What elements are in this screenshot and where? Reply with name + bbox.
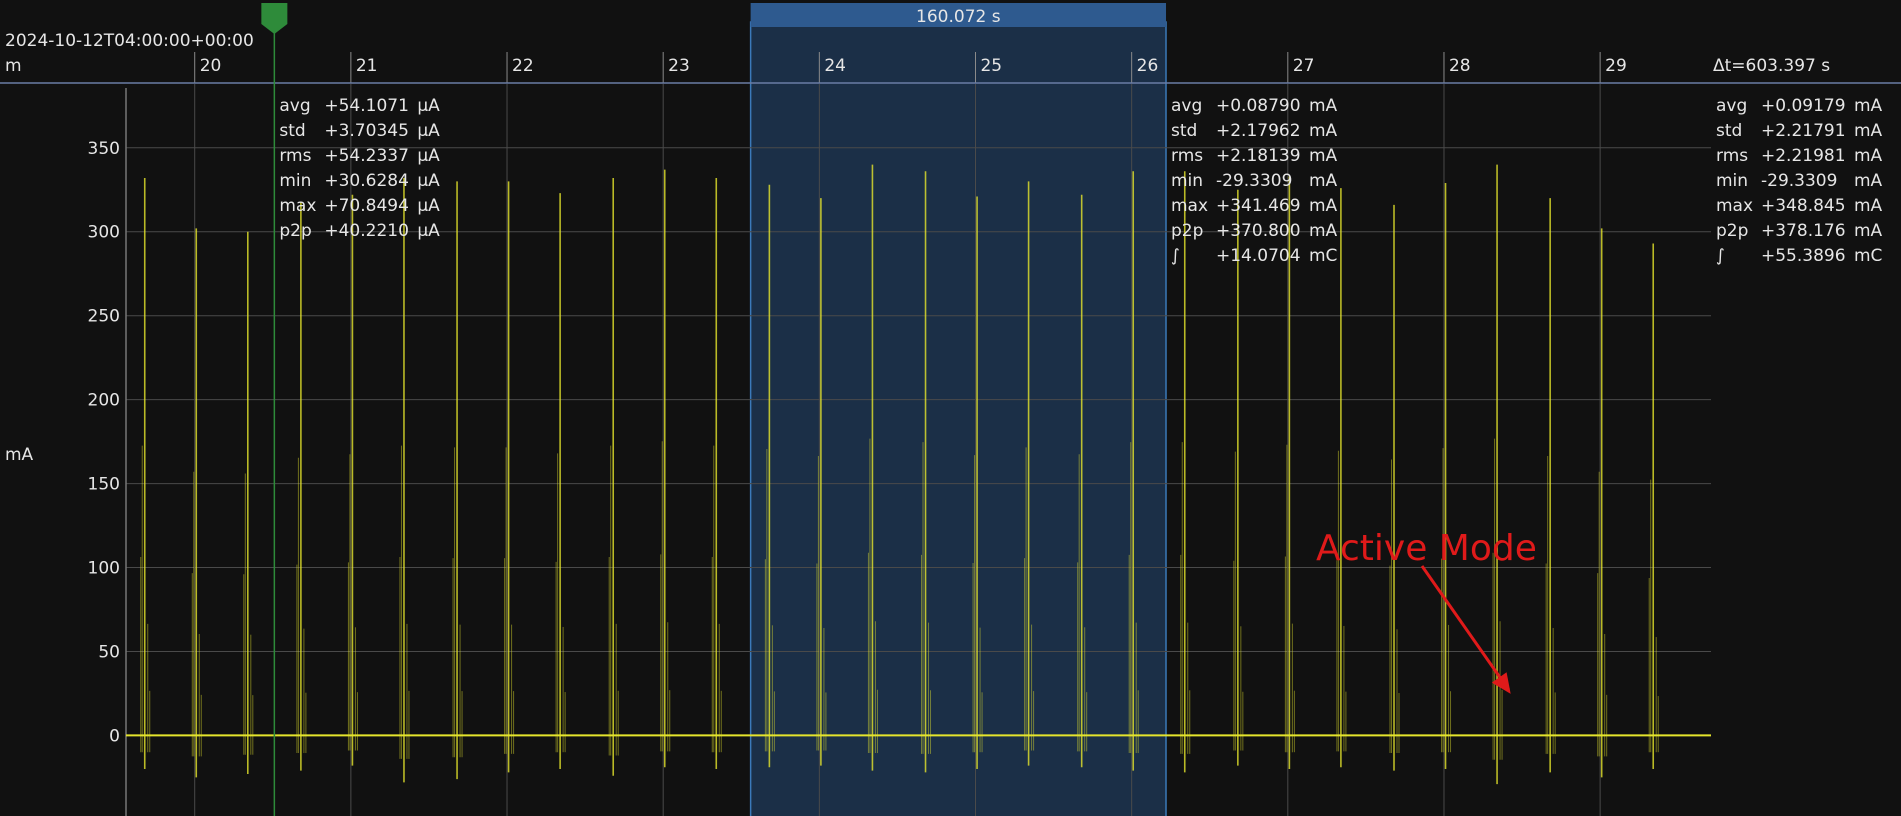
stat-value: +378.176 bbox=[1761, 221, 1846, 241]
stat-key: std bbox=[1171, 121, 1197, 141]
stats-panel-total: avg +0.09179 mA std +2.21791 mA rms +2.21981 mA m… bbox=[1716, 96, 1883, 266]
stat-key: max bbox=[1716, 196, 1753, 216]
stat-unit: mA bbox=[1854, 96, 1883, 116]
stat-value: +348.845 bbox=[1761, 196, 1846, 216]
stat-unit: mA bbox=[1854, 146, 1883, 166]
stat-value: +40.2210 bbox=[324, 221, 409, 241]
x-tick-label: 24 bbox=[824, 56, 846, 76]
stat-key: min bbox=[279, 171, 311, 191]
stat-value: +55.3896 bbox=[1761, 246, 1846, 266]
y-tick-label: 50 bbox=[98, 642, 120, 662]
x-tick-label: 23 bbox=[668, 56, 690, 76]
stat-unit: µA bbox=[417, 146, 440, 166]
y-tick-label: 150 bbox=[88, 475, 120, 495]
y-tick-label: 0 bbox=[109, 726, 120, 746]
stat-key: rms bbox=[279, 146, 311, 166]
stat-unit: µA bbox=[417, 171, 440, 191]
stat-key: std bbox=[279, 121, 305, 141]
stat-value: +2.17962 bbox=[1216, 121, 1301, 141]
stat-key: std bbox=[1716, 121, 1742, 141]
stat-key: p2p bbox=[1171, 221, 1203, 241]
stat-unit: mA bbox=[1854, 221, 1883, 241]
stat-value: +341.469 bbox=[1216, 196, 1301, 216]
stat-value: +54.1071 bbox=[324, 96, 409, 116]
x-tick-label: 22 bbox=[512, 56, 534, 76]
stat-unit: mA bbox=[1309, 196, 1338, 216]
y-tick-label: 350 bbox=[88, 139, 120, 159]
y-tick-label: 250 bbox=[88, 307, 120, 327]
x-tick-label: 28 bbox=[1449, 56, 1471, 76]
stat-key: ∫ bbox=[1171, 246, 1180, 266]
stat-key: avg bbox=[1171, 96, 1202, 116]
stat-unit: mA bbox=[1309, 171, 1338, 191]
stat-key: min bbox=[1171, 171, 1203, 191]
y-axis-unit-label: mA bbox=[5, 445, 34, 465]
stat-value: +70.8494 bbox=[324, 196, 409, 216]
stat-unit: µA bbox=[417, 221, 440, 241]
stat-value: -29.3309 bbox=[1761, 171, 1837, 191]
delta-t-label: Δt=603.397 s bbox=[1713, 56, 1830, 76]
stat-unit: mA bbox=[1309, 146, 1338, 166]
stat-key: avg bbox=[1716, 96, 1747, 116]
annotation-text: Active Mode bbox=[1316, 528, 1537, 569]
stat-unit: mA bbox=[1854, 171, 1883, 191]
stat-unit: mA bbox=[1854, 196, 1883, 216]
x-tick-label: 26 bbox=[1137, 56, 1159, 76]
stat-value: +2.21791 bbox=[1761, 121, 1846, 141]
x-tick-label: 20 bbox=[200, 56, 222, 76]
x-tick-label: 27 bbox=[1293, 56, 1315, 76]
stat-unit: µA bbox=[417, 121, 440, 141]
timestamp-label: 2024-10-12T04:00:00+00:00 bbox=[5, 31, 254, 51]
stats-panel-selection: avg +0.08790 mA std +2.17962 mA rms +2.18139 mA m… bbox=[1171, 96, 1338, 266]
stat-value: +54.2337 bbox=[324, 146, 409, 166]
stat-unit: mA bbox=[1309, 221, 1338, 241]
stat-unit: µA bbox=[417, 96, 440, 116]
stat-key: min bbox=[1716, 171, 1748, 191]
y-tick-label: 200 bbox=[88, 391, 120, 411]
selection-duration-label: 160.072 s bbox=[916, 7, 1001, 27]
stat-value: +14.0704 bbox=[1216, 246, 1301, 266]
stat-value: +30.6284 bbox=[324, 171, 409, 191]
selection-region[interactable] bbox=[749, 21, 1167, 816]
x-tick-label: 29 bbox=[1605, 56, 1627, 76]
stat-key: avg bbox=[279, 96, 310, 116]
stat-unit: mA bbox=[1309, 96, 1338, 116]
y-tick-label: 100 bbox=[88, 559, 120, 579]
stat-unit: mA bbox=[1854, 121, 1883, 141]
stat-value: +2.21981 bbox=[1761, 146, 1846, 166]
stat-unit: mA bbox=[1309, 121, 1338, 141]
x-tick-label: 25 bbox=[980, 56, 1002, 76]
stat-value: +370.800 bbox=[1216, 221, 1301, 241]
stat-key: ∫ bbox=[1716, 246, 1725, 266]
stat-key: max bbox=[1171, 196, 1208, 216]
x-tick-label: 21 bbox=[356, 56, 378, 76]
stat-value: +2.18139 bbox=[1216, 146, 1301, 166]
stat-value: +0.08790 bbox=[1216, 96, 1301, 116]
stat-unit: µA bbox=[417, 196, 440, 216]
stat-unit: mC bbox=[1854, 246, 1882, 266]
x-unit-prefix: m bbox=[5, 56, 22, 76]
waveform-chart[interactable]: 160.072 s 2024-10-12T04:00:00+00:00 m Δt… bbox=[0, 0, 1901, 816]
stat-value: +3.70345 bbox=[324, 121, 409, 141]
stat-value: -29.3309 bbox=[1216, 171, 1292, 191]
stat-key: rms bbox=[1716, 146, 1748, 166]
stat-key: p2p bbox=[1716, 221, 1748, 241]
stat-key: rms bbox=[1171, 146, 1203, 166]
stat-key: max bbox=[279, 196, 316, 216]
stat-key: p2p bbox=[279, 221, 311, 241]
stat-value: +0.09179 bbox=[1761, 96, 1846, 116]
y-tick-label: 300 bbox=[88, 223, 120, 243]
stat-unit: mC bbox=[1309, 246, 1337, 266]
